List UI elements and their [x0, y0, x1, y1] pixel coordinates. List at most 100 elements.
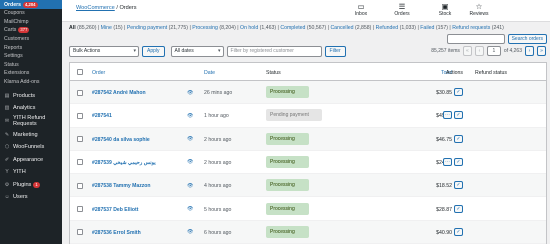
sidebar-item-label: Reports — [4, 44, 23, 51]
column-order[interactable]: Order — [92, 70, 105, 76]
sidebar-item-label: Carts — [4, 27, 17, 34]
complete-order-button[interactable]: ✓ — [454, 111, 463, 120]
complete-order-button[interactable]: ✓ — [454, 88, 463, 96]
plugins-icon: ⚙ — [4, 181, 10, 188]
order-link[interactable]: #287540 da silva sophie — [92, 137, 150, 143]
row-actions: ⋯✓ — [443, 111, 463, 120]
row-checkbox[interactable] — [77, 136, 83, 143]
header-orders-button[interactable]: ☰ Orders — [387, 2, 417, 17]
sidebar-menu-woofunnels[interactable]: ⬡ WooFunnels — [0, 141, 62, 154]
update-badge: 1 — [33, 181, 40, 188]
preview-eye-icon[interactable]: 👁 — [187, 229, 193, 235]
current-page-input[interactable]: 1 — [486, 46, 501, 56]
complete-order-button[interactable]: ✓ — [454, 181, 463, 190]
sidebar-menu-products[interactable]: ▤ Products — [0, 89, 62, 102]
order-link[interactable]: #287541 — [92, 113, 112, 119]
sidebar-item-orders[interactable]: Orders 4,204 — [0, 0, 62, 9]
customer-filter-select[interactable]: Filter by registered customer — [226, 46, 322, 57]
sidebar-menu-yith[interactable]: Y YITH — [0, 166, 62, 179]
sidebar-menu-label: WooFunnels — [13, 144, 45, 151]
sidebar-menu-analytics[interactable]: ▥ Analytics — [0, 102, 62, 115]
apply-button[interactable]: Apply — [142, 46, 165, 57]
preview-eye-icon[interactable]: 👁 — [187, 206, 193, 212]
row-checkbox[interactable] — [77, 206, 83, 212]
search-box: Search orders — [446, 34, 547, 44]
view-on-hold[interactable]: On hold — [240, 25, 258, 31]
column-date[interactable]: Date — [204, 70, 215, 76]
view-failed[interactable]: Failed — [420, 25, 434, 31]
sidebar-item-carts[interactable]: Carts 377 — [0, 26, 62, 35]
status-badge: Processing — [266, 155, 309, 168]
complete-order-button[interactable]: ✓ — [454, 157, 463, 166]
date-filter-select[interactable]: All dates — [170, 46, 224, 57]
order-date: 1 hour ago — [204, 113, 229, 120]
order-link[interactable]: #287536 Errol Smith — [92, 230, 141, 236]
next-page-button[interactable]: › — [525, 46, 534, 56]
view-all[interactable]: All — [69, 25, 76, 31]
view-mine[interactable]: Mine — [101, 25, 112, 31]
reviews-icon: ☆ — [475, 2, 483, 11]
complete-order-button[interactable]: ✓ — [454, 227, 463, 236]
preview-eye-icon[interactable]: 👁 — [187, 113, 193, 119]
last-page-button[interactable]: » — [537, 46, 546, 56]
order-link[interactable]: #287539 يونس رحيمي شيخي — [92, 160, 156, 166]
order-date: 6 hours ago — [204, 229, 232, 236]
breadcrumb-current: Orders — [119, 5, 137, 11]
sidebar-menu-label: Products — [13, 92, 36, 99]
sidebar-menu-marketing[interactable]: ✎ Marketing — [0, 128, 62, 141]
sidebar-item-reports[interactable]: Reports — [0, 43, 62, 52]
sidebar-item-coupons[interactable]: Coupons — [0, 9, 62, 18]
complete-order-button[interactable]: ✓ — [454, 134, 463, 143]
row-checkbox[interactable] — [77, 229, 83, 236]
preview-eye-icon[interactable]: 👁 — [187, 136, 193, 142]
preview-eye-icon[interactable]: 👁 — [187, 183, 193, 189]
order-link[interactable]: #287538 Tammy Mazzon — [92, 183, 151, 189]
sidebar-menu-yith-refund-requests[interactable]: ✉ YITH Refund Requests — [0, 114, 62, 128]
header-reviews-button[interactable]: ☆ Reviews — [464, 2, 494, 17]
sidebar-item-klarna-add-ons[interactable]: Klarna Add-ons — [0, 78, 62, 87]
row-checkbox[interactable] — [77, 112, 83, 119]
more-actions-button[interactable]: ⋯ — [443, 111, 452, 120]
preview-eye-icon[interactable]: 👁 — [187, 90, 193, 96]
row-checkbox[interactable] — [77, 159, 83, 166]
sidebar-item-label: Status — [4, 61, 19, 68]
view-processing[interactable]: Processing — [192, 25, 218, 31]
sidebar-item-label: Orders — [4, 1, 22, 8]
row-checkbox[interactable] — [77, 89, 83, 96]
sidebar-item-status[interactable]: Status — [0, 61, 62, 70]
header-inbox-button[interactable]: ▭ Inbox — [346, 2, 376, 17]
breadcrumb-woocommerce-link[interactable]: WooCommerce — [76, 5, 115, 11]
complete-order-button[interactable]: ✓ — [454, 204, 463, 213]
preview-eye-icon[interactable]: 👁 — [187, 159, 193, 165]
sidebar-item-extensions[interactable]: Extensions — [0, 69, 62, 78]
header-stock-button[interactable]: ▣ Stock — [430, 2, 460, 17]
view-refunded[interactable]: Refunded — [376, 25, 399, 31]
sidebar-item-mailchimp[interactable]: MailChimp — [0, 18, 62, 27]
filter-button[interactable]: Filter — [324, 46, 346, 57]
view-refund-requests[interactable]: Refund requests — [452, 25, 490, 31]
row-checkbox[interactable] — [77, 182, 83, 189]
search-orders-button[interactable]: Search orders — [507, 34, 547, 44]
bulk-actions-select[interactable]: Bulk Actions — [69, 46, 139, 57]
sidebar-item-customers[interactable]: Customers — [0, 35, 62, 44]
view-cancelled[interactable]: Cancelled — [330, 25, 353, 31]
more-actions-button[interactable]: ⋯ — [443, 157, 452, 166]
order-date: 26 mins ago — [204, 90, 233, 96]
table-header: Order Date Status Total Actions Refund s… — [70, 63, 546, 81]
view-pending-payment[interactable]: Pending payment — [127, 25, 167, 31]
search-input[interactable] — [446, 34, 505, 44]
sidebar-item-settings[interactable]: Settings — [0, 52, 62, 61]
prev-page-button: ‹ — [474, 46, 484, 56]
breadcrumb: WooCommerce / Orders — [76, 5, 137, 11]
view-completed[interactable]: Completed — [280, 25, 305, 31]
order-link[interactable]: #287542 André Mahon — [92, 90, 146, 96]
products-icon: ▤ — [4, 92, 10, 99]
sidebar-menu-appearance[interactable]: ✐ Appearance — [0, 153, 62, 166]
order-link[interactable]: #287537 Deb Elliott — [92, 207, 138, 213]
sidebar-menu-plugins[interactable]: ⚙ Plugins 1 — [0, 178, 62, 191]
table-row: #287536 Errol Smith 👁 6 hours ago Processin… — [70, 220, 546, 244]
select-all-checkbox[interactable] — [77, 69, 83, 75]
sidebar-item-label: Settings — [4, 53, 23, 60]
sidebar-menu-users[interactable]: ☺ Users — [0, 191, 62, 204]
order-date: 2 hours ago — [204, 159, 232, 166]
